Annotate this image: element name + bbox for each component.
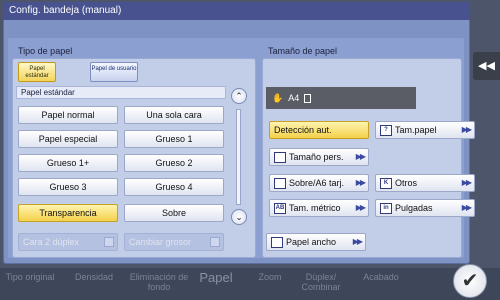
paper-normal-button[interactable]: Papel normal — [18, 106, 118, 124]
wide-paper-button[interactable]: Papel ancho ▶▶ — [266, 233, 366, 251]
thick-1-button[interactable]: Grueso 1 — [124, 130, 224, 148]
bg-tab-density: Densidad — [74, 272, 114, 282]
envelope-a6-label: Sobre/A6 tarj. — [289, 178, 345, 188]
standard-paper-subheader: Papel estándar — [16, 86, 226, 99]
envelope-button[interactable]: Sobre — [124, 204, 224, 222]
inches-button[interactable]: in Pulgadas ▶▶ — [375, 199, 475, 217]
side-panel-toggle[interactable]: ◀◀ — [473, 52, 500, 80]
double-chevron-right-icon: ▶▶ — [355, 178, 366, 187]
inch-icon: in — [380, 202, 392, 214]
duplex-side-2-label: Cara 2 dúplex — [23, 237, 80, 247]
bg-tab-duplex: Dúplex/ Combinar — [301, 272, 341, 292]
special-paper-button[interactable]: Papel especial — [18, 130, 118, 148]
paper-size-label: Tam.papel — [395, 125, 437, 135]
double-chevron-right-icon: ▶▶ — [352, 237, 363, 246]
current-size-display: ✋ A4 — [266, 87, 416, 109]
chevron-down-icon: ⌄ — [235, 212, 243, 222]
metric-icon: AB — [274, 202, 286, 214]
tab-standard-paper[interactable]: Papel estándar — [18, 62, 56, 82]
others-button[interactable]: K Otros ▶▶ — [375, 174, 475, 192]
transparency-button[interactable]: Transparencia — [18, 204, 118, 222]
bg-tab-background-removal: Eliminación de fondo — [129, 272, 189, 292]
others-label: Otros — [395, 178, 418, 188]
bg-tab-original-type: Tipo original — [5, 272, 55, 282]
double-chevron-left-icon: ◀◀ — [478, 60, 495, 72]
bg-tab-finishing: Acabado — [363, 272, 399, 282]
tab-user-paper[interactable]: Papel de usuario — [90, 62, 138, 82]
thick-2-button[interactable]: Grueso 2 — [124, 154, 224, 172]
bg-tab-paper: Papel — [199, 270, 233, 285]
wide-paper-label: Papel ancho — [286, 237, 337, 247]
wide-paper-icon — [271, 236, 283, 248]
thick-1-plus-button[interactable]: Grueso 1+ — [18, 154, 118, 172]
custom-size-label: Tamaño pers. — [289, 152, 344, 162]
custom-size-icon — [274, 151, 286, 163]
current-size-value: A4 — [288, 93, 300, 103]
metric-size-label: Tam. métrico — [289, 203, 341, 213]
metric-size-button[interactable]: AB Tam. métrico ▶▶ — [269, 199, 369, 217]
checkmark-icon: ✔ — [461, 270, 479, 292]
custom-size-button[interactable]: Tamaño pers. ▶▶ — [269, 148, 369, 166]
chevron-up-icon: ⌃ — [235, 91, 243, 101]
paper-size-label: Tamaño de papel — [268, 46, 338, 56]
inches-label: Pulgadas — [395, 203, 433, 213]
scrollbar-track[interactable] — [236, 109, 241, 205]
checkbox-icon — [104, 237, 114, 247]
dialog-title: Config. bandeja (manual) — [3, 2, 470, 20]
auto-detect-label: Detección aut. — [274, 125, 332, 135]
bg-tab-zoom: Zoom — [258, 272, 282, 282]
double-chevron-right-icon: ▶▶ — [355, 152, 366, 161]
double-chevron-right-icon: ▶▶ — [461, 125, 472, 134]
envelope-a6-button[interactable]: Sobre/A6 tarj. ▶▶ — [269, 174, 369, 192]
paper-size-button[interactable]: ? Tam.papel ▶▶ — [375, 121, 475, 139]
duplex-side-2-button: Cara 2 dúplex — [18, 233, 118, 251]
thick-3-button[interactable]: Grueso 3 — [18, 178, 118, 196]
paper-type-label: Tipo de papel — [18, 46, 73, 56]
double-chevron-right-icon: ▶▶ — [355, 203, 366, 212]
double-chevron-right-icon: ▶▶ — [461, 178, 472, 187]
envelope-icon — [274, 177, 286, 189]
hand-icon: ✋ — [272, 92, 284, 103]
change-thickness-button: Cambiar grosor — [124, 233, 224, 251]
auto-detect-button[interactable]: Detección aut. — [269, 121, 369, 139]
ok-button[interactable]: ✔ — [453, 264, 487, 298]
scroll-down-button[interactable]: ⌄ — [231, 209, 247, 225]
scroll-up-button[interactable]: ⌃ — [231, 88, 247, 104]
checkbox-icon — [210, 237, 220, 247]
change-thickness-label: Cambiar grosor — [129, 237, 192, 247]
single-side-button[interactable]: Una sola cara — [124, 106, 224, 124]
page-icon — [304, 93, 312, 103]
others-icon: K — [380, 177, 392, 189]
thick-4-button[interactable]: Grueso 4 — [124, 178, 224, 196]
double-chevron-right-icon: ▶▶ — [461, 203, 472, 212]
question-icon: ? — [380, 124, 392, 136]
